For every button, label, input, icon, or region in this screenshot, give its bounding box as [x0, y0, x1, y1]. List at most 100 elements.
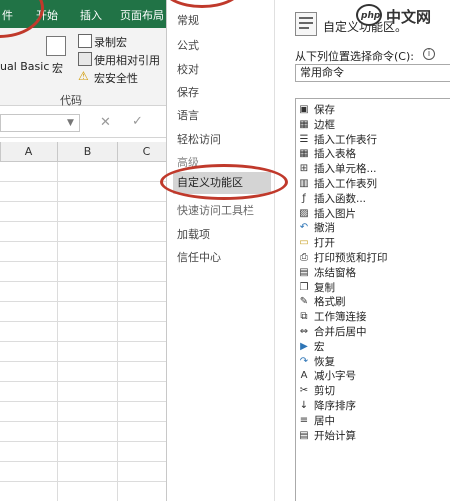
command-list-item[interactable]: ⧉ 工作簿连接 — [296, 310, 450, 324]
freeze-panes-icon: ▤ — [299, 266, 309, 278]
column-headers: A B C — [0, 142, 176, 162]
decrease-font-icon: A — [300, 370, 308, 382]
excel-ribbon-body: ual Basic 宏 录制宏 使用相对引用 ⚠ 宏安全性 代码 — [0, 28, 166, 107]
calculate-icon: ▤ — [299, 429, 309, 441]
command-label: 插入函数... — [314, 192, 367, 205]
nav-trust-center[interactable]: 信任中心 — [177, 249, 221, 265]
command-list-item[interactable]: ▣ 保存 — [296, 103, 450, 117]
tab-page-layout[interactable]: 页面布局 — [120, 7, 164, 23]
enter-icon[interactable]: ✓ — [132, 114, 143, 129]
nav-language[interactable]: 语言 — [177, 107, 199, 123]
record-macro-icon — [78, 34, 92, 48]
command-label: 恢复 — [314, 355, 335, 368]
redo-icon: ↷ — [299, 355, 309, 367]
command-label: 格式刷 — [314, 296, 346, 309]
sort-descending-icon: ↓ — [299, 400, 309, 411]
open-folder-icon: ▭ — [299, 237, 309, 249]
nav-ease-of-access[interactable]: 轻松访问 — [177, 131, 221, 147]
nav-general[interactable]: 常规 — [177, 12, 199, 28]
command-label: 冻结窗格 — [314, 266, 356, 279]
php-logo-icon: php — [356, 4, 382, 26]
command-list-item[interactable]: ƒ 插入函数... — [296, 192, 450, 206]
command-label: 插入工作表行 — [314, 133, 377, 146]
command-label: 降序排序 — [314, 400, 356, 412]
choose-commands-label: 从下列位置选择命令(C): — [295, 50, 414, 63]
command-label: 边框 — [314, 118, 335, 131]
nav-add-ins[interactable]: 加载项 — [177, 226, 210, 242]
command-label: 保存 — [314, 104, 335, 116]
command-list-item[interactable]: ⊞ 插入单元格... — [296, 162, 450, 176]
command-list-item[interactable]: ↓ 降序排序 — [296, 399, 450, 413]
command-list-item[interactable]: ⇔ 合并后居中 — [296, 325, 450, 339]
command-label: 撤消 — [314, 222, 335, 235]
choose-commands-select[interactable]: 常用命令 — [295, 64, 450, 82]
use-relative-reference-button[interactable]: 使用相对引用 — [94, 52, 160, 68]
command-list-item[interactable]: ☰ 插入工作表行 — [296, 133, 450, 147]
workbook-connections-icon: ⧉ — [300, 311, 308, 323]
name-box[interactable]: ▼ — [0, 114, 80, 132]
nav-formulas[interactable]: 公式 — [177, 37, 199, 53]
command-list-item[interactable]: ✂ 剪切 — [296, 384, 450, 398]
insert-column-icon: ▥ — [299, 178, 309, 189]
relative-reference-icon — [78, 52, 92, 66]
command-label: 开始计算 — [314, 429, 356, 442]
tab-insert[interactable]: 插入 — [80, 7, 102, 23]
command-list-item[interactable]: ▤ 开始计算 — [296, 429, 450, 443]
picture-icon: ▨ — [299, 207, 309, 219]
merge-center-icon: ⇔ — [299, 326, 309, 337]
warning-icon: ⚠ — [78, 69, 89, 83]
insert-row-icon: ☰ — [299, 133, 309, 145]
command-list-item[interactable]: ▤ 冻结窗格 — [296, 266, 450, 280]
command-list-item[interactable]: ▶ 宏 — [296, 340, 450, 354]
nav-save[interactable]: 保存 — [177, 84, 199, 100]
command-label: 插入工作表列 — [314, 178, 377, 190]
nav-proofing[interactable]: 校对 — [177, 61, 199, 77]
nav-quick-access-toolbar[interactable]: 快速访问工具栏 — [177, 202, 254, 218]
commands-list[interactable]: ▣ 保存 ▦ 边框 ☰ 插入工作表行 ▦ 插入表格 ⊞ 插入单元格... ▥ 插入工作表列 ƒ 插入函数.… — [295, 98, 450, 501]
insert-cells-icon: ⊞ — [299, 163, 309, 175]
macro-icon — [46, 36, 66, 56]
command-list-item[interactable]: ▦ 插入表格 — [296, 147, 450, 161]
customize-ribbon-icon — [295, 12, 317, 36]
insert-table-icon: ▦ — [299, 148, 309, 160]
command-list-item[interactable]: ▥ 插入工作表列 — [296, 177, 450, 191]
command-list-item[interactable]: ✎ 格式刷 — [296, 295, 450, 309]
column-header-b[interactable]: B — [58, 142, 118, 162]
command-list-item[interactable]: ≡ 居中 — [296, 414, 450, 428]
options-nav: 常规 公式 校对 保存 语言 轻松访问 高级 自定义功能区 快速访问工具栏 加载… — [167, 0, 275, 501]
border-icon: ▦ — [299, 118, 309, 130]
macro-button[interactable]: 宏 — [52, 60, 63, 76]
command-label: 工作簿连接 — [314, 311, 367, 324]
command-list-item[interactable]: ▦ 边框 — [296, 118, 450, 132]
screenshot-root: { "excel": { "tabs": ["件", "开始", "插入", "… — [0, 0, 450, 501]
excel-options-dialog: 常规 公式 校对 保存 语言 轻松访问 高级 自定义功能区 快速访问工具栏 加载… — [166, 0, 450, 501]
command-label: 打印预览和打印 — [314, 252, 388, 264]
command-list-item[interactable]: ❐ 复制 — [296, 281, 450, 295]
command-list-item[interactable]: ▨ 插入图片 — [296, 207, 450, 221]
command-list-item[interactable]: ⎙ 打印预览和打印 — [296, 251, 450, 265]
chevron-down-icon: ▼ — [67, 118, 74, 128]
command-label: 宏 — [314, 340, 325, 353]
command-label: 打开 — [314, 237, 335, 250]
worksheet-grid[interactable] — [0, 162, 166, 501]
macro-security-button[interactable]: 宏安全性 — [94, 70, 138, 86]
command-label: 复制 — [314, 281, 335, 294]
record-macro-button[interactable]: 录制宏 — [94, 34, 127, 50]
command-list-item[interactable]: ▭ 打开 — [296, 236, 450, 250]
command-list-item[interactable]: ↷ 恢复 — [296, 355, 450, 369]
code-group-label: 代码 — [60, 94, 82, 107]
cancel-icon[interactable]: ✕ — [100, 115, 111, 130]
customize-ribbon-panel: 自定义功能区。 从下列位置选择命令(C): i 常用命令 ▣ 保存 ▦ 边框 ☰ 插入工作… — [285, 0, 450, 501]
column-header-a[interactable]: A — [0, 142, 58, 162]
visual-basic-button[interactable]: ual Basic — [0, 60, 49, 73]
format-painter-icon: ✎ — [299, 296, 309, 308]
macro-icon: ▶ — [300, 340, 308, 352]
cut-icon: ✂ — [299, 385, 309, 397]
function-icon: ƒ — [302, 192, 306, 204]
command-list-item[interactable]: ↶ 撤消 — [296, 221, 450, 235]
info-icon: i — [423, 48, 435, 60]
undo-icon: ↶ — [299, 222, 309, 234]
command-list-item[interactable]: A 减小字号 — [296, 369, 450, 383]
command-label: 合并后居中 — [314, 326, 367, 338]
formula-bar: ▼ ✕ ✓ — [0, 108, 166, 138]
